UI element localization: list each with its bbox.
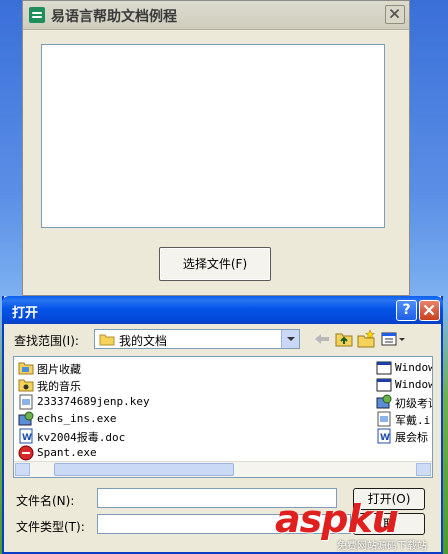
app-close-button[interactable] [385,5,405,24]
folder-icon [18,362,34,375]
svg-text:W: W [380,433,390,443]
look-in-label: 查找范围(I): [14,334,79,348]
look-in-dropdown[interactable]: 我的文档 [94,329,300,349]
look-in-value: 我的文档 [119,334,168,348]
open-dialog: 打开 ? 查找范围(I): 我的文档 图片收藏 我的音乐 233374689je… [2,296,443,554]
view-menu-icon[interactable] [380,329,406,349]
horizontal-scrollbar[interactable] [14,461,432,477]
window-icon [376,361,392,375]
scroll-right-icon[interactable] [416,463,431,476]
file-type-select[interactable] [97,514,351,534]
help-button[interactable]: ? [396,300,417,321]
doc-icon: W [19,428,33,444]
chevron-down-icon[interactable] [281,330,299,348]
app-logo-icon [29,7,45,23]
file-name-label: 文件名(N): [16,494,75,508]
close-icon [423,304,435,316]
doc-icon: W [377,428,391,444]
app-title: 易语言帮助文档例程 [51,9,177,25]
dialog-close-button[interactable] [419,300,440,321]
exe-icon [376,394,392,409]
open-button[interactable]: 打开(O) [353,488,425,510]
red-exe-icon [18,445,34,461]
help-icon: ? [402,302,411,318]
scroll-left-icon[interactable] [15,463,30,476]
svg-text:W: W [22,433,32,443]
up-folder-icon[interactable] [334,329,354,349]
folder-icon [18,379,34,392]
file-type-label: 文件类型(T): [16,520,85,534]
choose-file-button[interactable]: 选择文件(F) [159,247,271,281]
file-icon [19,394,33,410]
dialog-title: 打开 [12,306,39,321]
cancel-button[interactable]: 取 [353,513,425,535]
window-icon [376,378,392,392]
text-display-area[interactable] [41,44,385,228]
file-list[interactable]: 图片收藏 我的音乐 233374689jenp.key echs_ins.exe… [13,356,433,478]
scrollbar-thumb[interactable] [54,463,234,476]
my-documents-icon [99,334,115,346]
close-icon [389,8,400,19]
app-titlebar[interactable]: 易语言帮助文档例程 [23,1,409,30]
exe-icon [18,411,34,426]
file-name-input[interactable] [97,488,337,508]
file-icon [377,411,391,427]
dialog-titlebar[interactable]: 打开 ? [2,296,443,324]
app-window: 易语言帮助文档例程 选择文件(F) [22,0,410,296]
back-arrow-icon[interactable] [312,329,332,349]
new-folder-icon[interactable] [356,329,376,349]
